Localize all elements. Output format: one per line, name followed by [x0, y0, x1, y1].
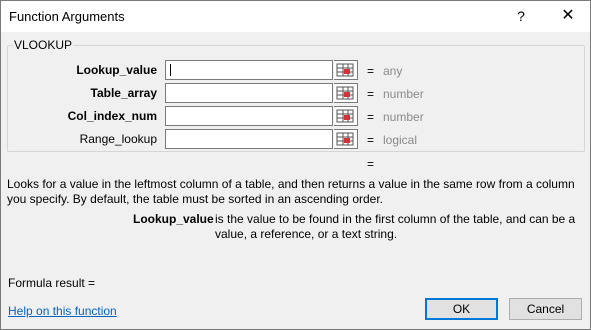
table-array-input[interactable]	[165, 83, 333, 103]
range-selector-icon	[336, 86, 354, 100]
help-icon[interactable]: ?	[509, 5, 533, 27]
collapse-dialog-button-table-array[interactable]	[334, 83, 358, 103]
function-name: VLOOKUP	[13, 38, 74, 52]
range-lookup-equals: =	[367, 133, 375, 147]
current-argument-description: is the value to be found in the first co…	[215, 212, 576, 241]
col-index-num-label: Col_index_num	[67, 109, 157, 123]
col-index-num-equals: =	[367, 110, 375, 124]
range-selector-icon	[336, 109, 354, 123]
help-on-function-link[interactable]: Help on this function	[8, 304, 117, 318]
window-title: Function Arguments	[9, 9, 125, 24]
range-lookup-label: Range_lookup	[79, 132, 157, 146]
title-bar: Function Arguments ? ✕	[1, 1, 590, 32]
function-description: Looks for a value in the leftmost column…	[7, 177, 575, 206]
collapse-dialog-button-range-lookup[interactable]	[334, 129, 358, 149]
lookup-value-label: Lookup_value	[76, 63, 157, 77]
collapse-dialog-button-col-index-num[interactable]	[334, 106, 358, 126]
formula-result: Formula result =	[8, 276, 96, 290]
ok-button[interactable]: OK	[425, 298, 498, 320]
close-icon[interactable]: ✕	[553, 5, 583, 27]
function-result-equals: =	[367, 157, 375, 171]
col-index-num-type-hint: number	[383, 110, 424, 124]
table-array-equals: =	[367, 87, 375, 101]
range-lookup-type-hint: logical	[383, 133, 418, 147]
collapse-dialog-button-lookup-value[interactable]	[334, 60, 358, 80]
function-arguments-dialog: Function Arguments ? ✕ VLOOKUP Lookup_va…	[0, 0, 591, 330]
table-array-label: Table_array	[90, 86, 158, 100]
cancel-button[interactable]: Cancel	[509, 298, 582, 320]
lookup-value-equals: =	[367, 64, 375, 78]
range-selector-icon	[336, 132, 354, 146]
col-index-num-input[interactable]	[165, 106, 333, 126]
lookup-value-input[interactable]	[165, 60, 333, 80]
range-selector-icon	[336, 63, 354, 77]
table-array-type-hint: number	[383, 87, 424, 101]
range-lookup-input[interactable]	[165, 129, 333, 149]
lookup-value-type-hint: any	[383, 64, 403, 78]
current-argument-name: Lookup_value	[133, 212, 214, 226]
